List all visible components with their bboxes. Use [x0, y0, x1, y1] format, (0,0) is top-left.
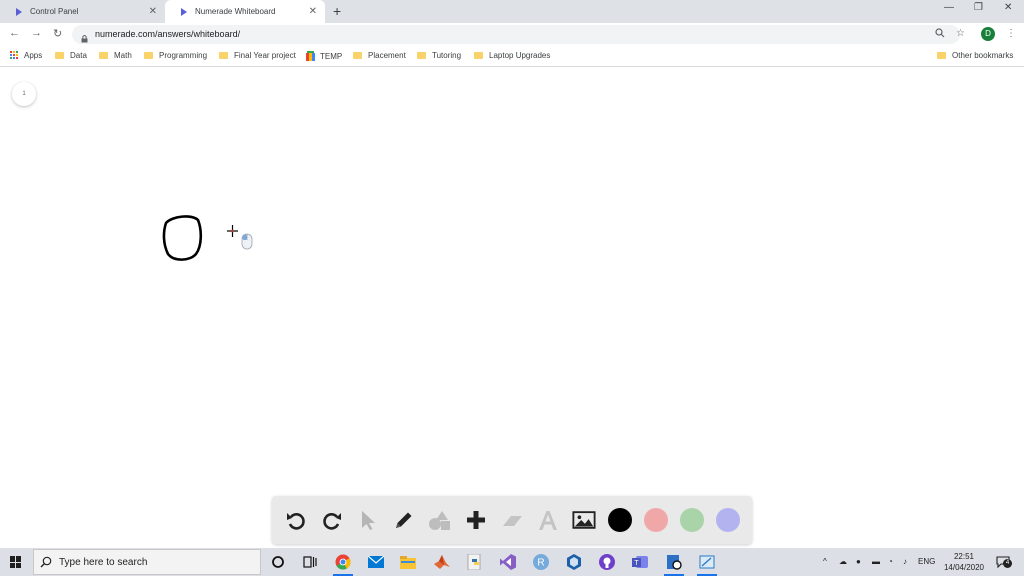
svg-text:R: R: [537, 558, 544, 569]
close-tab-icon[interactable]: ✕: [309, 6, 317, 17]
svg-text:T: T: [634, 560, 639, 567]
folder-icon: [219, 52, 228, 59]
python-idle-icon[interactable]: [465, 552, 485, 572]
bookmark-star-icon[interactable]: ☆: [956, 28, 965, 39]
bookmark-temp[interactable]: TEMP: [306, 51, 342, 61]
bookmark-other[interactable]: Other bookmarks: [937, 51, 1013, 60]
bookmark-folder-math[interactable]: Math: [99, 51, 132, 60]
visual-studio-icon[interactable]: [498, 552, 518, 572]
whiteboard-toolbar: [272, 496, 752, 544]
back-icon[interactable]: ←: [9, 27, 20, 39]
microphone-icon[interactable]: ●: [856, 557, 861, 566]
folder-icon: [144, 52, 153, 59]
file-explorer-icon[interactable]: [398, 552, 418, 572]
tab-control-panel[interactable]: Control Panel ✕: [0, 0, 165, 23]
page-number-badge[interactable]: 1: [12, 82, 36, 106]
lock-icon: [81, 30, 88, 43]
virtualbox-icon[interactable]: [564, 552, 584, 572]
search-icon: [40, 555, 52, 573]
profile-avatar[interactable]: D: [981, 27, 995, 41]
folder-icon: [55, 52, 64, 59]
color-green-swatch[interactable]: [680, 508, 704, 532]
clock-date: 14/04/2020: [943, 563, 985, 572]
tab-title: Numerade Whiteboard: [195, 7, 276, 16]
notification-count-badge: 4: [1003, 559, 1012, 568]
tab-numerade-whiteboard[interactable]: Numerade Whiteboard ✕: [165, 0, 325, 23]
show-hidden-icons-icon[interactable]: ^: [823, 557, 827, 566]
whiteboard-app-icon[interactable]: [697, 552, 717, 576]
zoom-icon[interactable]: [935, 28, 945, 41]
folder-icon: [474, 52, 483, 59]
bookmark-folder-data[interactable]: Data: [55, 51, 87, 60]
teams-icon[interactable]: T: [630, 552, 650, 572]
task-view-icon[interactable]: [300, 552, 320, 572]
crosshair-cursor-icon: [227, 225, 238, 237]
url-text: numerade.com/answers/whiteboard/: [95, 29, 241, 39]
taskbar-search-box[interactable]: Type here to search: [33, 549, 261, 575]
redo-icon[interactable]: [320, 508, 344, 532]
address-bar[interactable]: numerade.com/answers/whiteboard/: [72, 25, 960, 44]
forward-icon[interactable]: →: [31, 27, 42, 39]
close-window-icon[interactable]: ✕: [1004, 2, 1012, 13]
select-pointer-icon[interactable]: [356, 508, 380, 532]
snipping-tool-icon[interactable]: [664, 552, 684, 576]
cortana-icon[interactable]: [268, 552, 288, 572]
wifi-icon[interactable]: ◔: [888, 557, 893, 566]
folder-icon: [417, 52, 426, 59]
apps-grid-icon: [10, 51, 19, 60]
minimize-icon[interactable]: —: [944, 2, 954, 13]
windows-taskbar: Type here to search R T ^ ☁ ● ▬ ◔ ♪ ENG …: [0, 548, 1024, 576]
numerade-logo-icon: [179, 7, 189, 17]
github-icon[interactable]: [597, 552, 617, 572]
plus-icon[interactable]: [464, 508, 488, 532]
clock-time: 22:51: [953, 552, 975, 561]
color-red-swatch[interactable]: [644, 508, 668, 532]
new-tab-icon[interactable]: +: [333, 3, 341, 19]
chrome-taskbar-icon[interactable]: [333, 552, 353, 576]
windows-start-icon[interactable]: [10, 556, 22, 568]
onedrive-icon[interactable]: ☁: [839, 557, 847, 566]
bookmark-folder-placement[interactable]: Placement: [353, 51, 406, 60]
close-tab-icon[interactable]: ✕: [149, 6, 157, 17]
numerade-logo-icon: [14, 7, 24, 17]
undo-icon[interactable]: [284, 508, 308, 532]
tab-strip: Control Panel ✕ Numerade Whiteboard ✕ + …: [0, 0, 1024, 23]
bookmark-apps[interactable]: Apps: [10, 51, 42, 60]
color-black-swatch[interactable]: [608, 508, 632, 532]
color-blue-swatch[interactable]: [716, 508, 740, 532]
toolbar-row: ← → ↻ numerade.com/answers/whiteboard/ ☆…: [0, 23, 1024, 45]
shapes-icon[interactable]: [428, 508, 452, 532]
reload-icon[interactable]: ↻: [53, 27, 62, 40]
mail-icon[interactable]: [366, 552, 386, 572]
image-icon[interactable]: [572, 508, 596, 532]
language-indicator[interactable]: ENG: [918, 557, 935, 566]
pencil-icon[interactable]: [392, 508, 416, 532]
bookmark-folder-tutoring[interactable]: Tutoring: [417, 51, 461, 60]
folder-icon: [937, 52, 946, 59]
search-placeholder: Type here to search: [59, 557, 148, 568]
bookmark-folder-final-year-project[interactable]: Final Year project: [219, 51, 296, 60]
matlab-icon[interactable]: [432, 552, 452, 572]
folder-icon: [99, 52, 108, 59]
volume-icon[interactable]: ♪: [903, 557, 907, 566]
r-studio-icon[interactable]: R: [531, 552, 551, 572]
tab-title: Control Panel: [30, 7, 79, 16]
eraser-icon[interactable]: [500, 508, 524, 532]
text-tool-icon[interactable]: [536, 508, 560, 532]
mouse-icon: [241, 233, 253, 250]
bookmark-folder-programming[interactable]: Programming: [144, 51, 207, 60]
bookmark-folder-laptop-upgrades[interactable]: Laptop Upgrades: [474, 51, 550, 60]
menu-icon[interactable]: ⋮: [1006, 28, 1016, 39]
bookmarks-bar: Apps Data Math Programming Final Year pr…: [0, 45, 1024, 67]
drawn-shield-stroke: [162, 215, 203, 261]
bookmark-site-icon: [306, 51, 315, 61]
battery-icon[interactable]: ▬: [872, 557, 880, 566]
restore-icon[interactable]: ❐: [974, 2, 983, 13]
whiteboard-canvas[interactable]: [0, 68, 1024, 548]
notifications-icon[interactable]: 4: [996, 555, 1012, 569]
taskbar-clock[interactable]: 22:51 14/04/2020: [940, 551, 988, 573]
folder-icon: [353, 52, 362, 59]
